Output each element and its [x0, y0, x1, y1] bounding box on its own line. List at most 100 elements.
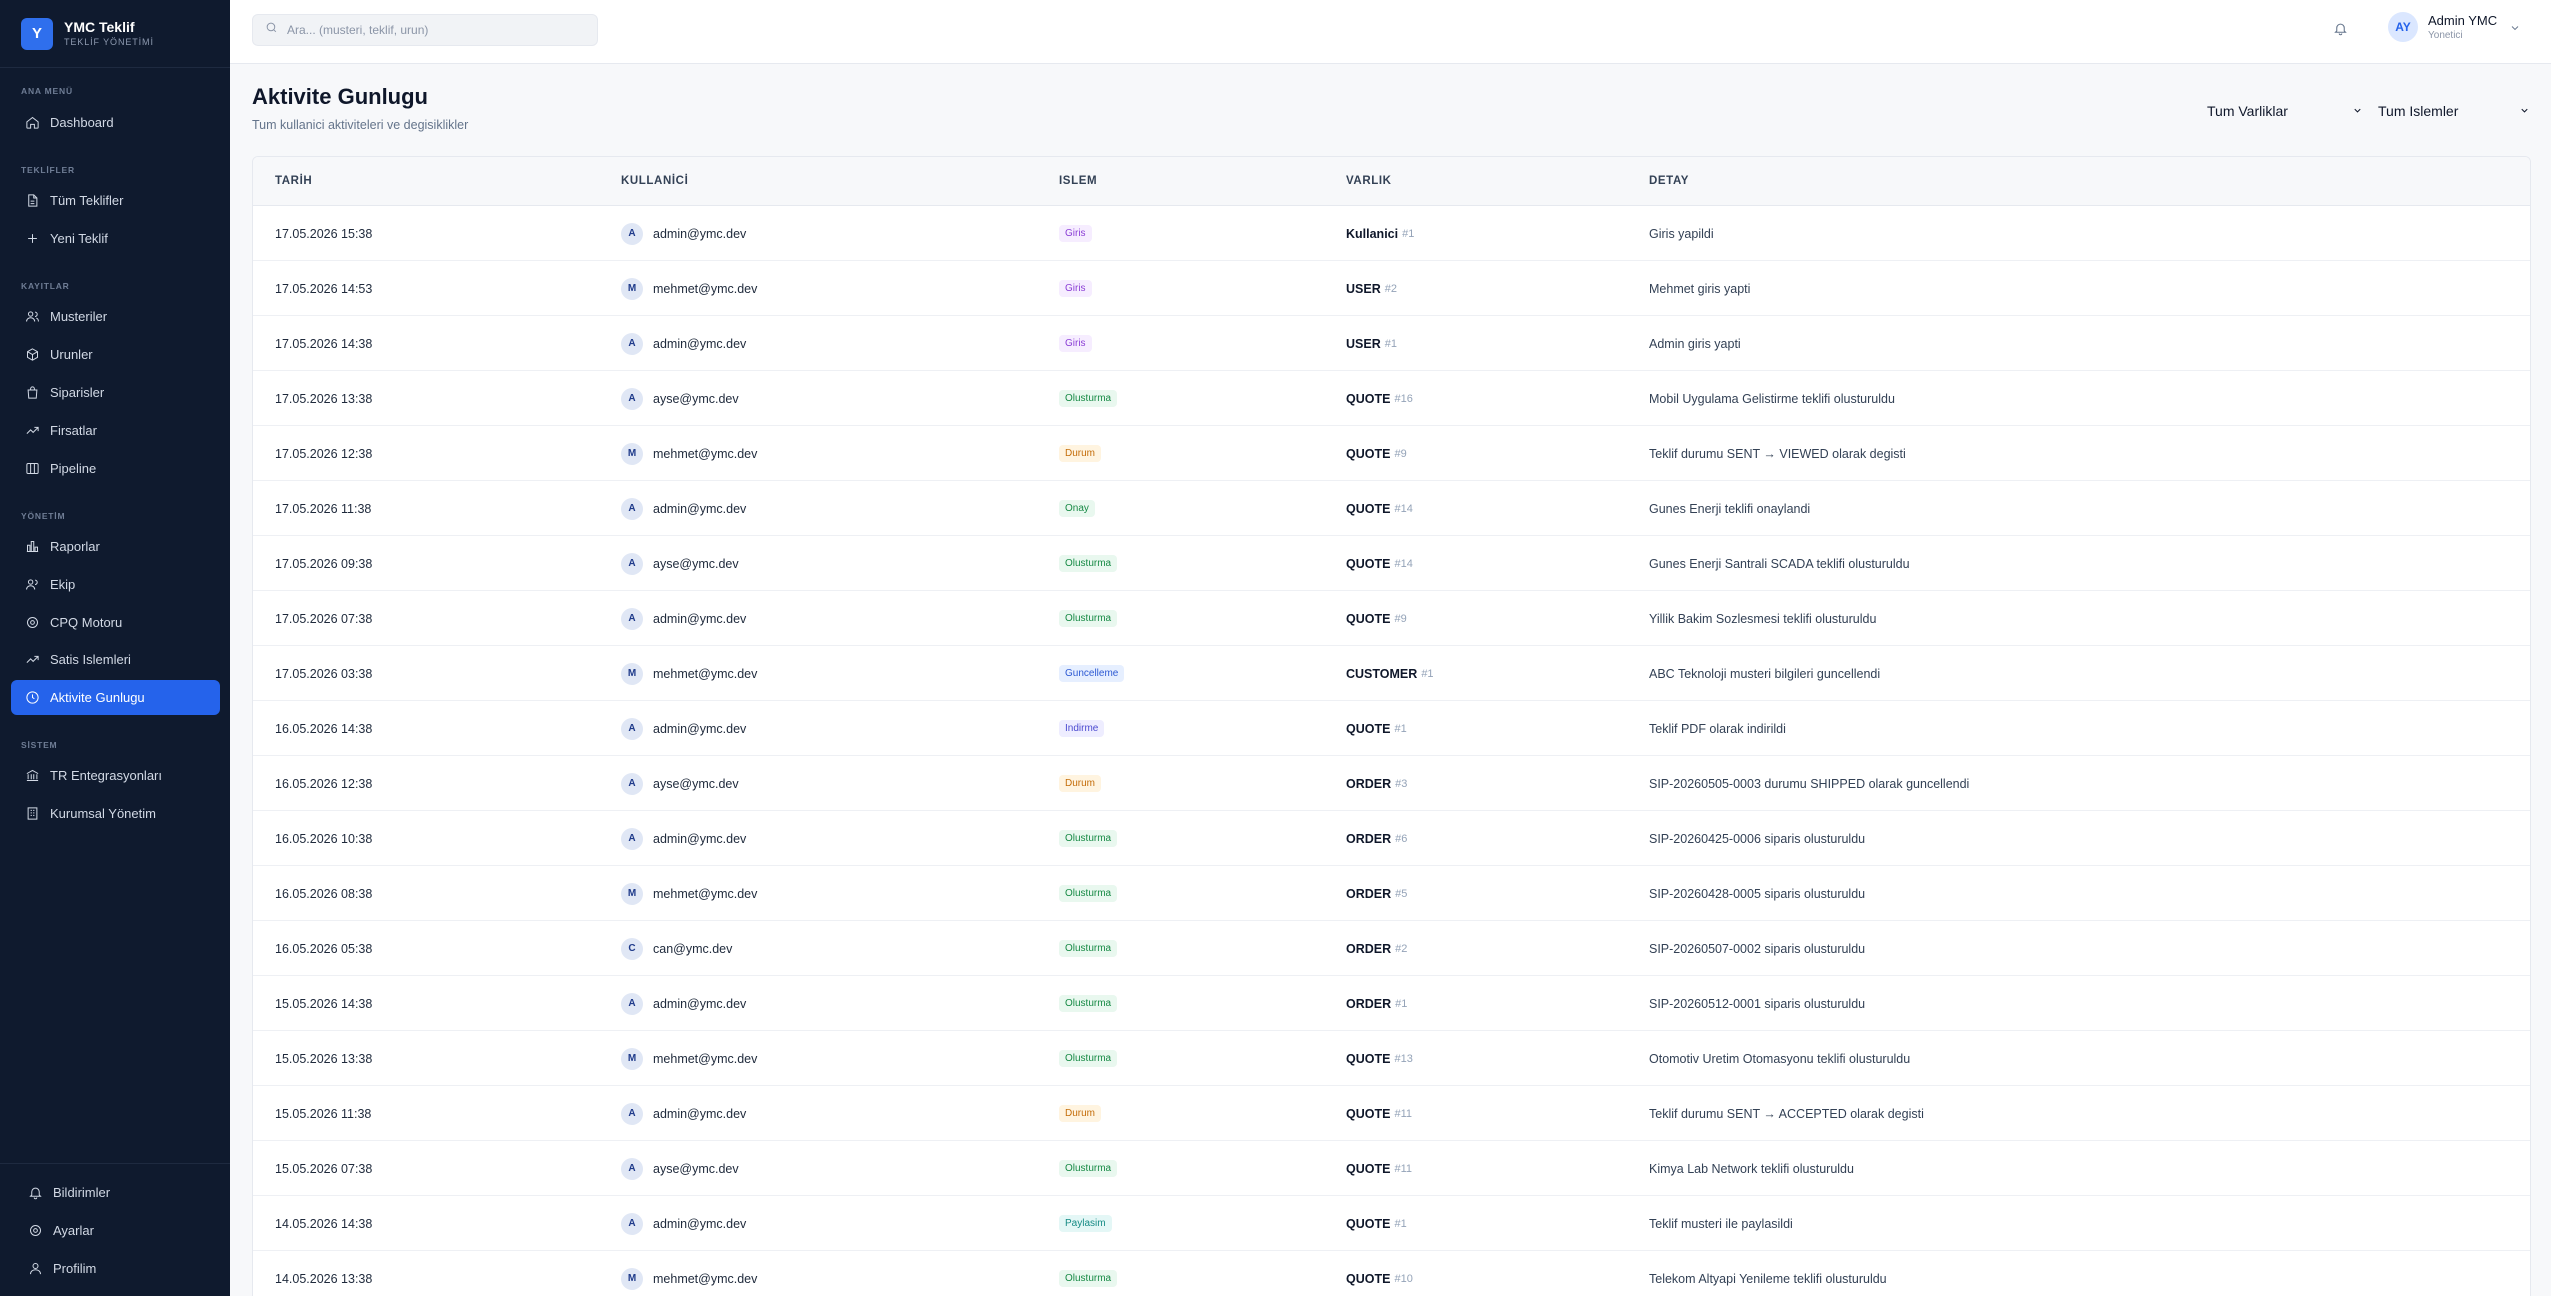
- cell-date: 17.05.2026 09:38: [275, 556, 373, 571]
- table-row[interactable]: 15.05.2026 14:38 Aadmin@ymc.dev Olusturma O…: [253, 976, 2530, 1031]
- brand-logo: Y: [21, 17, 53, 50]
- cell-action: Durum: [1059, 1086, 1102, 1141]
- cell-action: Olusturma: [1059, 811, 1118, 866]
- sidebar-item-siparisler[interactable]: Siparisler: [11, 375, 220, 410]
- entity-id: #14: [1394, 557, 1413, 570]
- section-label-kayitlar: KAYITLAR: [21, 281, 70, 291]
- user-avatar: A: [621, 772, 643, 795]
- table-row[interactable]: 16.05.2026 12:38 Aayse@ymc.dev Durum ORDER #…: [253, 756, 2530, 811]
- cell-user: Aadmin@ymc.dev: [621, 481, 746, 536]
- table-row[interactable]: 16.05.2026 08:38 Mmehmet@ymc.dev Olusturma…: [253, 866, 2530, 921]
- table-row[interactable]: 15.05.2026 11:38 Aadmin@ymc.dev Durum QUOTE…: [253, 1086, 2530, 1141]
- entity-id: #6: [1395, 832, 1408, 845]
- table-row[interactable]: 17.05.2026 03:38 Mmehmet@ymc.dev Guncellem…: [253, 646, 2530, 701]
- table-row[interactable]: 17.05.2026 12:38 Mmehmet@ymc.dev Durum QUOT…: [253, 426, 2530, 481]
- cell-date: 16.05.2026 14:38: [275, 721, 373, 736]
- user-menu[interactable]: AY Admin YMC Yonetici: [2388, 12, 2521, 42]
- cell-user: Mmehmet@ymc.dev: [621, 866, 757, 921]
- table-row[interactable]: 16.05.2026 10:38 Aadmin@ymc.dev Olusturma O…: [253, 811, 2530, 866]
- user-email: mehmet@ymc.dev: [653, 446, 758, 461]
- cell-date: 17.05.2026 14:53: [275, 281, 373, 296]
- box-icon: [25, 347, 40, 362]
- users-icon: [25, 309, 40, 324]
- page-subtitle: Tum kullanici aktiviteleri ve degisiklik…: [252, 118, 469, 132]
- sidebar-item-profilim[interactable]: Profilim: [14, 1251, 223, 1286]
- sidebar-item-cpq[interactable]: CPQ Motoru: [11, 605, 220, 640]
- sidebar-item-satis[interactable]: Satis Islemleri: [11, 642, 220, 677]
- table-row[interactable]: 17.05.2026 13:38 Aayse@ymc.dev Olusturma QU…: [253, 371, 2530, 426]
- table-row[interactable]: 16.05.2026 05:38 Ccan@ymc.dev Olusturma ORD…: [253, 921, 2530, 976]
- cell-detail: Otomotiv Uretim Otomasyonu teklifi olust…: [1649, 1051, 1911, 1066]
- sidebar-item-dashboard[interactable]: Dashboard: [11, 105, 220, 140]
- entity-type: ORDER: [1346, 776, 1392, 791]
- sidebar-item-tr-entegrasyon[interactable]: TR Entegrasyonları: [11, 758, 220, 793]
- action-filter-select[interactable]: Tum Islemler: [2378, 99, 2530, 123]
- cell-user: Aadmin@ymc.dev: [621, 316, 746, 371]
- cell-detail: SIP-20260428-0005 siparis olusturuldu: [1649, 886, 1866, 901]
- sidebar-item-bildirimler[interactable]: Bildirimler: [14, 1175, 223, 1210]
- table-row[interactable]: 14.05.2026 14:38 Aadmin@ymc.dev Paylasim QU…: [253, 1196, 2530, 1251]
- cell-action: Indirme: [1059, 701, 1105, 756]
- user-avatar: A: [621, 332, 643, 355]
- table-header: TARİH KULLANİCİ ISLEM VARLIK DETAY: [253, 157, 2530, 206]
- cell-detail: Mehmet giris yapti: [1649, 281, 1751, 296]
- entity-id: #1: [1394, 1217, 1407, 1230]
- sidebar-item-musteriler[interactable]: Musteriler: [11, 299, 220, 334]
- action-badge: Guncelleme: [1059, 665, 1125, 682]
- entity-type: USER: [1346, 336, 1381, 351]
- cell-user: Ccan@ymc.dev: [621, 921, 732, 976]
- cell-entity: QUOTE #16: [1346, 371, 1413, 426]
- sidebar-item-raporlar[interactable]: Raporlar: [11, 529, 220, 564]
- column-header-date[interactable]: TARİH: [275, 175, 312, 187]
- column-header-detail[interactable]: DETAY: [1649, 175, 1689, 187]
- search-input[interactable]: [287, 23, 587, 37]
- entity-id: #1: [1421, 667, 1434, 680]
- document-icon: [25, 193, 40, 208]
- cell-date: 15.05.2026 13:38: [275, 1051, 373, 1066]
- avatar: AY: [2388, 12, 2418, 42]
- cell-user: Aayse@ymc.dev: [621, 371, 739, 426]
- sidebar-item-ayarlar[interactable]: Ayarlar: [14, 1213, 223, 1248]
- table-row[interactable]: 17.05.2026 14:53 Mmehmet@ymc.dev Giris USER…: [253, 261, 2530, 316]
- cell-detail: Teklif durumu SENT → VIEWED olarak degis…: [1649, 446, 1906, 461]
- table-row[interactable]: 15.05.2026 07:38 Aayse@ymc.dev Olusturma QU…: [253, 1141, 2530, 1196]
- sidebar-item-firsatlar[interactable]: Firsatlar: [11, 413, 220, 448]
- action-badge: Olusturma: [1059, 610, 1118, 627]
- user-avatar: A: [621, 1212, 643, 1235]
- sidebar-item-aktivite[interactable]: Aktivite Gunlugu: [11, 680, 220, 715]
- entity-filter-select[interactable]: Tum Varliklar: [2207, 99, 2363, 123]
- cell-action: Onay: [1059, 481, 1095, 536]
- table-row[interactable]: 16.05.2026 14:38 Aadmin@ymc.dev Indirme QUO…: [253, 701, 2530, 756]
- table-row[interactable]: 17.05.2026 15:38 Aadmin@ymc.dev Giris Kulla…: [253, 206, 2530, 261]
- entity-id: #16: [1394, 392, 1413, 405]
- table-row[interactable]: 14.05.2026 13:38 Mmehmet@ymc.dev Olusturma…: [253, 1251, 2530, 1296]
- user-avatar: M: [621, 882, 643, 905]
- user-avatar: M: [621, 662, 643, 685]
- sidebar-bottom: Bildirimler Ayarlar Profilim: [0, 1163, 230, 1296]
- sidebar-item-pipeline[interactable]: Pipeline: [11, 451, 220, 486]
- user-avatar: M: [621, 1267, 643, 1290]
- search-box[interactable]: [252, 14, 598, 46]
- column-header-user[interactable]: KULLANİCİ: [621, 175, 688, 187]
- table-row[interactable]: 15.05.2026 13:38 Mmehmet@ymc.dev Olusturma…: [253, 1031, 2530, 1086]
- table-row[interactable]: 17.05.2026 11:38 Aadmin@ymc.dev Onay QUOTE #…: [253, 481, 2530, 536]
- sidebar-item-urunler[interactable]: Urunler: [11, 337, 220, 372]
- sidebar-item-label: Siparisler: [50, 385, 105, 400]
- table-row[interactable]: 17.05.2026 09:38 Aayse@ymc.dev Olusturma QU…: [253, 536, 2530, 591]
- table-row[interactable]: 17.05.2026 14:38 Aadmin@ymc.dev Giris USER #…: [253, 316, 2530, 371]
- cell-detail: SIP-20260505-0003 durumu SHIPPED olarak …: [1649, 776, 1970, 791]
- entity-id: #2: [1384, 282, 1397, 295]
- user-email: ayse@ymc.dev: [653, 556, 739, 571]
- column-header-action[interactable]: ISLEM: [1059, 175, 1097, 187]
- cell-user: Aadmin@ymc.dev: [621, 591, 746, 646]
- sidebar-item-kurumsal[interactable]: Kurumsal Yönetim: [11, 796, 220, 831]
- cell-date: 16.05.2026 12:38: [275, 776, 373, 791]
- table-row[interactable]: 17.05.2026 07:38 Aadmin@ymc.dev Olusturma Q…: [253, 591, 2530, 646]
- brand[interactable]: Y YMC Teklif TEKLİF YÖNETİMİ: [0, 0, 230, 68]
- sidebar-item-ekip[interactable]: Ekip: [11, 567, 220, 602]
- column-header-entity[interactable]: VARLIK: [1346, 175, 1392, 187]
- entity-type: QUOTE: [1346, 721, 1391, 736]
- notifications-button[interactable]: [2329, 20, 2351, 42]
- sidebar-item-tum-teklifler[interactable]: Tüm Teklifler: [11, 183, 220, 218]
- sidebar-item-yeni-teklif[interactable]: Yeni Teklif: [11, 221, 220, 256]
